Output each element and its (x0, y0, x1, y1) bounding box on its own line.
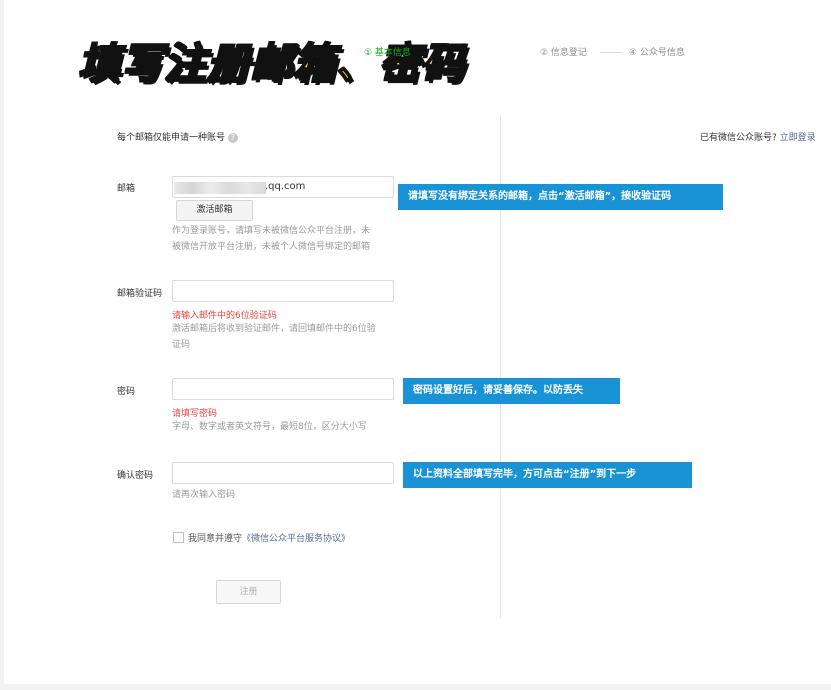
login-link[interactable]: 立即登录 (780, 133, 816, 143)
email-tip: 作为登录账号，请填写未被微信公众平台注册，未 被微信开放平台注册，未被个人微信号… (172, 223, 370, 255)
confirm-callout: 以上资料全部填写完毕，方可点击“注册”到下一步 (403, 462, 692, 488)
registration-card (4, 0, 831, 684)
code-field[interactable] (172, 280, 394, 302)
register-button[interactable]: 注册 (216, 580, 281, 604)
email-value: .qq.com (265, 181, 306, 192)
password-label: 密码 (117, 387, 136, 397)
email-label: 邮箱 (117, 184, 136, 194)
help-icon[interactable]: ? (228, 132, 239, 143)
account-note: 每个邮箱仅能申请一种账号? (117, 130, 239, 143)
login-prompt: 已有微信公众账号? 立即登录 (700, 130, 816, 143)
email-tip-line1: 作为登录账号，请填写未被微信公众平台注册，未 (172, 226, 371, 236)
agreement-text: 我同意并遵守《微信公众平台服务协议》 (188, 531, 350, 544)
account-note-text: 每个邮箱仅能申请一种账号 (117, 133, 226, 143)
confirm-tip: 请再次输入密码 (172, 490, 236, 500)
agreement-link[interactable]: 《微信公众平台服务协议》 (242, 534, 350, 544)
login-prompt-text: 已有微信公众账号? (700, 133, 777, 143)
password-error: 请填写密码 (172, 409, 218, 419)
confirm-label: 确认密码 (117, 471, 154, 481)
code-label: 邮箱验证码 (117, 289, 163, 299)
email-tip-line2: 被微信开放平台注册，未被个人微信号绑定的邮箱 (172, 242, 371, 252)
email-redaction (174, 182, 266, 194)
step-basic-info: ① 基本信息 (364, 48, 411, 58)
agreement-checkbox[interactable] (173, 532, 184, 543)
code-tip-line1: 激活邮箱后将收到验证邮件，请回填邮件中的6位验 (172, 324, 376, 334)
banner-title: 填写注册邮箱、密码 (77, 38, 466, 89)
agreement-prefix: 我同意并遵守 (188, 534, 243, 544)
code-tip: 激活邮箱后将收到验证邮件，请回填邮件中的6位验 证码 (172, 321, 376, 353)
confirm-password-field[interactable] (172, 462, 394, 484)
step-info-register: ② 信息登记 (540, 48, 587, 58)
email-callout: 请填写没有绑定关系的邮箱，点击“激活邮箱”，接收验证码 (398, 184, 723, 210)
step-connector (600, 52, 622, 53)
code-tip-line2: 证码 (172, 340, 191, 350)
step-account-info: ④ 公众号信息 (629, 48, 685, 58)
password-tip: 字母、数字或者英文符号，最短8位，区分大小写 (172, 422, 367, 432)
password-callout: 密码设置好后，请妥善保存。以防丢失 (403, 378, 620, 404)
password-field[interactable] (172, 378, 394, 400)
code-error: 请输入邮件中的6位验证码 (172, 311, 277, 321)
activate-email-button[interactable]: 激活邮箱 (176, 200, 253, 221)
